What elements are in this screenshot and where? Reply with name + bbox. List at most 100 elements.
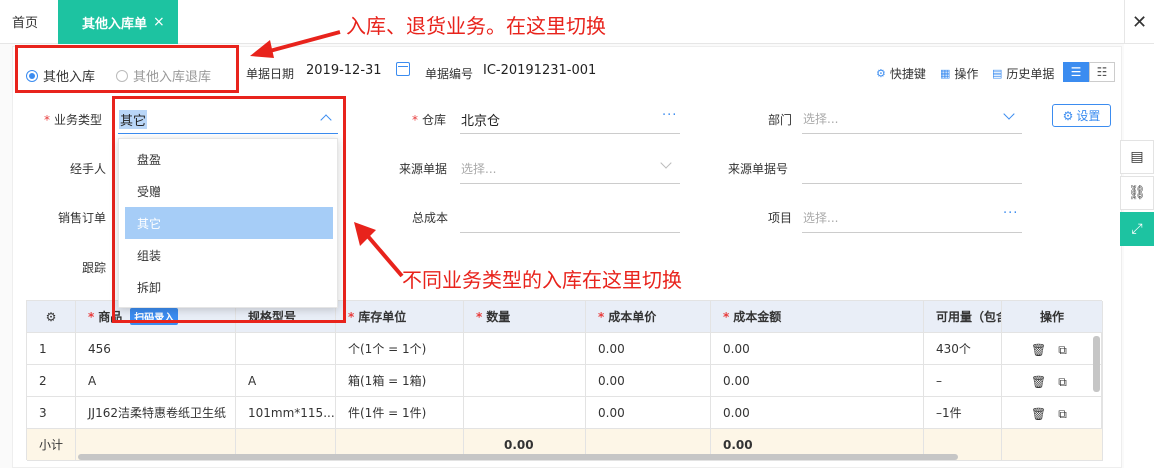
gear-icon: ⚙: [1062, 108, 1074, 123]
history-button[interactable]: ▤ 历史单据: [992, 65, 1054, 82]
cell-qty[interactable]: [464, 333, 586, 365]
row-actions: 🗑 ⧉: [1031, 407, 1067, 422]
tab-home[interactable]: 首页: [12, 12, 38, 31]
cell-amount[interactable]: 0.00: [711, 333, 924, 365]
dropdown-option[interactable]: 组装: [125, 239, 333, 271]
col-available: 可用量（包含: [924, 301, 1002, 333]
cell-product[interactable]: 456: [76, 333, 236, 365]
cell-product[interactable]: JJ162洁柔特惠卷纸卫生纸: [76, 397, 236, 429]
more-icon[interactable]: ···: [662, 108, 677, 123]
sales-order-label: 销售订单: [58, 211, 107, 225]
annotation-arrow-mid: [354, 222, 404, 278]
cell-unit[interactable]: 箱(1箱 = 1箱): [336, 365, 464, 397]
doc-no-label: 单据编号: [425, 67, 474, 81]
date-label: 单据日期: [246, 67, 295, 81]
delete-icon[interactable]: 🗑: [1031, 343, 1046, 358]
dropdown-option[interactable]: 受赠: [125, 175, 333, 207]
source-select[interactable]: 选择...: [461, 160, 496, 177]
handler-label: 经手人: [70, 162, 107, 176]
dept-underline: [802, 133, 1022, 134]
shortcut-label: 快捷键: [889, 67, 926, 81]
shortcut-button[interactable]: ⚙ 快捷键: [876, 65, 926, 82]
copy-icon[interactable]: ⧉: [1058, 407, 1067, 422]
row-number: 3: [27, 397, 76, 429]
more-icon[interactable]: ···: [1003, 206, 1018, 221]
table-settings-icon[interactable]: ⚙: [27, 301, 76, 333]
dept-label: 部门: [768, 113, 793, 127]
col-qty: * 数量: [464, 301, 586, 333]
cell-spec: 101mm*115...: [236, 397, 336, 429]
cell-unit[interactable]: 个(1个 = 1个): [336, 333, 464, 365]
cell-amount[interactable]: 0.00: [711, 365, 924, 397]
cell-product[interactable]: A: [76, 365, 236, 397]
warehouse-underline: [460, 133, 680, 134]
tab-other-inbound[interactable]: 其他入库单 ×: [58, 0, 178, 44]
link-icon[interactable]: ⛓: [1120, 176, 1154, 210]
tab-label: 其他入库单: [82, 16, 148, 32]
calendar-icon[interactable]: [396, 62, 410, 76]
source-no-label: 来源单据号: [728, 162, 789, 176]
delete-icon[interactable]: 🗑: [1031, 407, 1046, 422]
card-view-icon[interactable]: ☷: [1089, 62, 1115, 82]
project-select[interactable]: 选择...: [803, 209, 838, 226]
cell-unit-cost[interactable]: 0.00: [586, 397, 711, 429]
total-cost-label: 总成本: [412, 211, 449, 225]
cell-available: 430个: [924, 333, 1002, 365]
cell-unit-cost[interactable]: 0.00: [586, 365, 711, 397]
annotation-box-radio: [15, 45, 239, 93]
col-amount: * 成本金额: [711, 301, 924, 333]
col-unit: * 库存单位: [336, 301, 464, 333]
expand-icon[interactable]: ⤢: [1120, 212, 1154, 246]
project-underline: [802, 232, 1022, 233]
source-no-underline: [802, 183, 1022, 184]
vertical-scrollbar[interactable]: [1093, 336, 1100, 392]
cell-qty[interactable]: [464, 365, 586, 397]
cell-available: –: [924, 365, 1002, 397]
date-value[interactable]: 2019-12-31: [306, 63, 382, 78]
delete-icon[interactable]: 🗑: [1031, 375, 1046, 390]
subtotal-label: 小计: [27, 429, 76, 461]
warehouse-value[interactable]: 北京仓: [461, 110, 500, 129]
operate-button[interactable]: ▦ 操作: [940, 65, 978, 82]
window-close-icon[interactable]: ✕: [1124, 0, 1154, 44]
annotation-note-mid: 不同业务类型的入库在这里切换: [402, 268, 682, 292]
cell-unit-cost[interactable]: 0.00: [586, 333, 711, 365]
copy-icon[interactable]: ⧉: [1058, 343, 1067, 358]
annotation-note-top: 入库、退货业务。在这里切换: [346, 14, 606, 38]
settings-button[interactable]: ⚙ 设置: [1052, 104, 1111, 127]
operate-label: 操作: [954, 67, 979, 81]
history-label: 历史单据: [1006, 67, 1055, 81]
source-underline: [460, 183, 680, 184]
track-label: 跟踪: [82, 261, 107, 275]
settings-label: 设置: [1076, 109, 1101, 123]
tab-close-icon[interactable]: ×: [153, 14, 165, 30]
col-ops: 操作: [1002, 301, 1103, 333]
copy-icon[interactable]: ⧉: [1058, 375, 1067, 390]
gear-icon: ⚙: [876, 67, 886, 80]
dept-select[interactable]: 选择...: [803, 110, 838, 127]
row-actions: 🗑 ⧉: [1031, 343, 1067, 358]
cell-qty[interactable]: [464, 397, 586, 429]
row-number: 1: [27, 333, 76, 365]
subtotal-cell: [1002, 429, 1103, 461]
dropdown-option[interactable]: 盘盈: [125, 143, 333, 175]
grid-icon: ▦: [940, 67, 951, 80]
doc-no-value: IC-20191231-001: [483, 63, 597, 78]
row-number: 2: [27, 365, 76, 397]
document-icon: ▤: [992, 67, 1003, 80]
total-cost-underline: [460, 232, 680, 233]
notes-icon[interactable]: ▤: [1120, 140, 1154, 174]
annotation-arrow-top: [250, 30, 341, 58]
list-view-icon[interactable]: ☰: [1063, 62, 1089, 82]
row-actions: 🗑 ⧉: [1031, 375, 1067, 390]
source-label: 来源单据: [399, 162, 448, 176]
cell-spec: [236, 333, 336, 365]
cell-unit[interactable]: 件(1件 = 1件): [336, 397, 464, 429]
col-unit-cost: * 成本单价: [586, 301, 711, 333]
horizontal-scrollbar[interactable]: [78, 454, 958, 460]
cell-amount[interactable]: 0.00: [711, 397, 924, 429]
cell-available: –1件: [924, 397, 1002, 429]
biz-type-dropdown: 盘盈 受赠 其它 组装 拆卸: [118, 138, 338, 308]
dropdown-option[interactable]: 拆卸: [125, 271, 333, 303]
dropdown-option-selected[interactable]: 其它: [125, 207, 333, 239]
